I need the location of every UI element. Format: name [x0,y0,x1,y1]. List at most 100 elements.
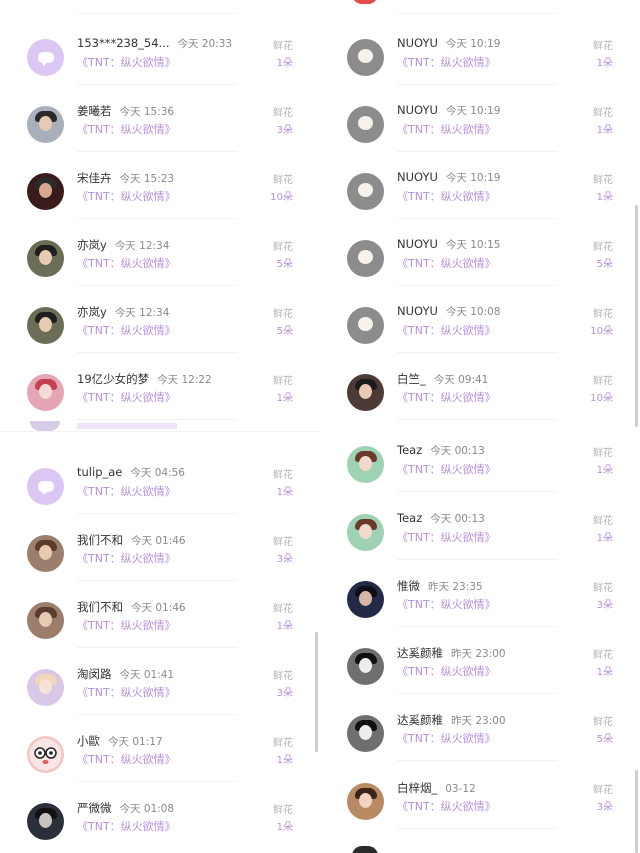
list-item[interactable]: 严微微 今天 01:08 《TNT：纵火欲情》 鲜花 1朵 [0,791,320,853]
list-item[interactable]: 我们不和 今天 01:46 《TNT：纵火欲情》 鲜花 3朵 [0,523,320,590]
song-title: 《TNT：纵火欲情》 [397,324,496,337]
list-item[interactable]: tulip_ae 今天 04:56 《TNT：纵火欲情》 鲜花 1朵 [0,456,320,523]
avatar[interactable] [27,669,64,706]
user-name: NUOYU 今天 10:19 [397,170,501,184]
user-name: 亦岚y 今天 12:34 [77,305,170,319]
avatar[interactable] [347,648,384,685]
list-item[interactable]: 白竺_ 今天 09:41 《TNT：纵火欲情》 鲜花 10朵 [320,362,640,429]
gift-label: 鲜花 [273,376,293,387]
avatar[interactable] [347,446,384,483]
avatar[interactable] [347,307,384,344]
avatar[interactable] [27,535,64,572]
list-item[interactable]: 亦岚y 今天 12:34 《TNT：纵火欲情》 鲜花 5朵 [0,228,320,295]
gift-count: 1朵 [596,667,613,678]
gift-label: 鲜花 [273,309,293,320]
divider [77,352,237,353]
avatar[interactable] [347,39,384,76]
avatar[interactable] [347,173,384,210]
divider [397,693,557,694]
avatar[interactable] [347,514,384,551]
list-item[interactable]: 达奚颜稚 昨天 23:00 《TNT：纵火欲情》 鲜花 1朵 [320,636,640,703]
list-item[interactable]: 我们不和 今天 01:46 《TNT：纵火欲情》 鲜花 1朵 [0,590,320,657]
user-name: 姜曦若 今天 15:36 [77,104,175,118]
right-gift-list[interactable]: NUOYU 今天 10:19 《TNT：纵火欲情》 鲜花 1朵 NUOYU 今天 1… [320,0,640,853]
avatar[interactable] [347,715,384,752]
user-name: 白梓烟_ 03-12 [397,781,476,795]
avatar[interactable] [27,602,64,639]
avatar[interactable] [347,783,384,820]
song-title: 《TNT：纵火欲情》 [77,552,176,565]
avatar[interactable] [27,468,64,505]
list-item[interactable]: NUOYU 今天 10:19 《TNT：纵火欲情》 鲜花 1朵 [320,27,640,94]
divider [397,285,557,286]
user-name: 我们不和 今天 01:46 [77,533,186,547]
song-title: 《TNT：纵火欲情》 [397,665,496,678]
avatar[interactable] [27,374,64,411]
list-item[interactable]: 淘闵路 今天 01:41 《TNT：纵火欲情》 鲜花 3朵 [0,657,320,724]
user-name: 我们不和 今天 01:46 [77,600,186,614]
user-name: NUOYU 今天 10:19 [397,36,501,50]
scrollbar[interactable] [315,632,318,752]
gift-count: 1朵 [276,755,293,766]
list-item[interactable]: Teaz 今天 00:13 《TNT：纵火欲情》 鲜花 1朵 [320,434,640,501]
list-item[interactable]: 宋佳卉 今天 15:23 《TNT：纵火欲情》 鲜花 10朵 [0,161,320,228]
cut-off-avatar [30,421,60,431]
list-item[interactable]: Teaz 今天 00:13 《TNT：纵火欲情》 鲜花 1朵 [320,502,640,569]
user-name: 153***238_54... 今天 20:33 [77,36,233,50]
song-title: 《TNT：纵火欲情》 [397,190,496,203]
list-item[interactable]: 亦岚y 今天 12:34 《TNT：纵火欲情》 鲜花 5朵 [0,295,320,362]
avatar[interactable] [27,307,64,344]
gift-count: 1朵 [596,533,613,544]
avatar[interactable] [347,106,384,143]
avatar[interactable] [27,173,64,210]
avatar[interactable] [347,581,384,618]
avatar[interactable] [27,106,64,143]
left-gift-list[interactable]: 153***238_54... 今天 20:33 《TNT：纵火欲情》 鲜花 1朵… [0,0,320,853]
list-item[interactable]: 达奚颜稚 昨天 23:00 《TNT：纵火欲情》 鲜花 5朵 [320,703,640,770]
divider [77,151,237,152]
user-name: 19亿少女的梦 今天 12:22 [77,372,212,386]
gift-label: 鲜花 [593,376,613,387]
list-item[interactable]: 姜曦若 今天 15:36 《TNT：纵火欲情》 鲜花 3朵 [0,94,320,161]
avatar[interactable] [27,240,64,277]
list-item[interactable]: 19亿少女的梦 今天 12:22 《TNT：纵火欲情》 鲜花 1朵 [0,362,320,429]
gift-count: 3朵 [276,125,293,136]
avatar[interactable] [27,736,64,773]
gift-label: 鲜花 [593,516,613,527]
divider [397,491,557,492]
list-item[interactable]: 惟微 昨天 23:35 《TNT：纵火欲情》 鲜花 3朵 [320,569,640,636]
list-item[interactable]: 白梓烟_ 03-12 《TNT：纵火欲情》 鲜花 3朵 [320,771,640,838]
list-item[interactable]: 小歐 今天 01:17 《TNT：纵火欲情》 鲜花 1朵 [0,724,320,791]
user-name: 白竺_ 今天 09:41 [397,372,489,386]
divider [77,781,237,782]
divider [77,84,237,85]
avatar[interactable] [27,39,64,76]
gift-label: 鲜花 [273,604,293,615]
divider [397,760,557,761]
gift-label: 鲜花 [273,108,293,119]
song-title: 《TNT：纵火欲情》 [397,257,496,270]
divider [397,151,557,152]
avatar[interactable] [347,374,384,411]
song-title: 《TNT：纵火欲情》 [77,686,176,699]
user-name: NUOYU 今天 10:15 [397,237,501,251]
gift-label: 鲜花 [273,671,293,682]
list-item[interactable]: NUOYU 今天 10:19 《TNT：纵火欲情》 鲜花 1朵 [320,161,640,228]
dog-icon [358,183,373,197]
gift-label: 鲜花 [273,242,293,253]
scrollbar[interactable] [635,205,638,427]
divider [397,419,557,420]
avatar[interactable] [347,240,384,277]
list-item[interactable]: 153***238_54... 今天 20:33 《TNT：纵火欲情》 鲜花 1朵 [0,27,320,94]
list-item[interactable]: NUOYU 今天 10:08 《TNT：纵火欲情》 鲜花 10朵 [320,295,640,362]
scrollbar[interactable] [635,770,638,853]
gift-label: 鲜花 [593,309,613,320]
gift-label: 鲜花 [593,717,613,728]
list-item[interactable]: NUOYU 今天 10:15 《TNT：纵火欲情》 鲜花 5朵 [320,228,640,295]
list-item[interactable]: NUOYU 今天 10:19 《TNT：纵火欲情》 鲜花 1朵 [320,94,640,161]
divider [397,626,557,627]
cut-off-avatar [352,846,378,853]
avatar[interactable] [27,803,64,840]
gift-count: 10朵 [590,393,613,404]
gift-count: 3朵 [276,688,293,699]
